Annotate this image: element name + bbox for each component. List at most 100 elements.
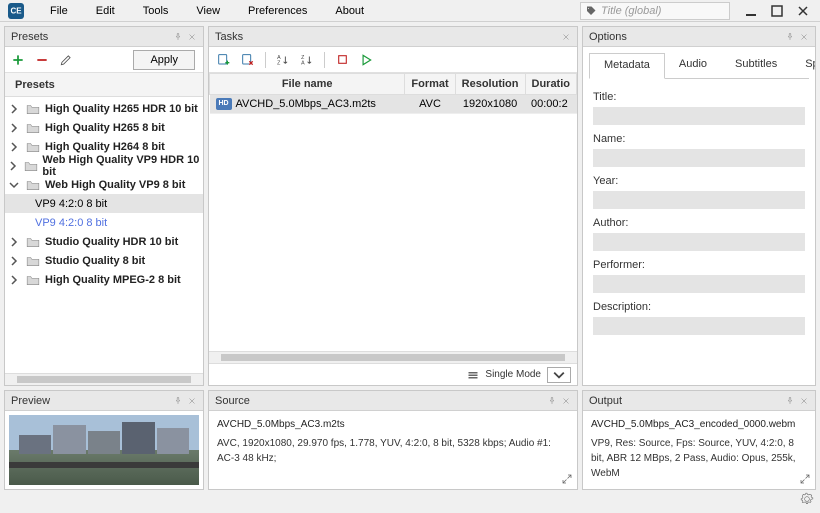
preset-item[interactable]: High Quality H265 HDR 10 bit: [5, 99, 203, 118]
svg-text:A: A: [277, 54, 281, 60]
preset-item[interactable]: Studio Quality 8 bit: [5, 251, 203, 270]
edit-preset-button[interactable]: [57, 51, 75, 69]
task-col-header[interactable]: File name: [210, 74, 405, 95]
preset-label: High Quality MPEG-2 8 bit: [45, 274, 181, 286]
source-filename: AVCHD_5.0Mbps_AC3.m2ts: [217, 417, 569, 432]
chevron-right-icon[interactable]: [7, 123, 21, 133]
chevron-right-icon[interactable]: [7, 256, 21, 266]
output-header: Output: [583, 391, 815, 411]
pin-icon[interactable]: [547, 396, 557, 406]
options-header: Options: [583, 27, 815, 47]
preset-label: Web High Quality VP9 HDR 10 bit: [42, 154, 201, 178]
folder-icon: [25, 235, 41, 249]
preset-child-item[interactable]: VP9 4:2:0 8 bit: [5, 213, 203, 232]
name-field[interactable]: [593, 149, 805, 167]
field-label: Name:: [593, 133, 805, 145]
add-task-button[interactable]: [213, 49, 235, 71]
preset-label: High Quality H264 8 bit: [45, 141, 165, 153]
horizontal-scrollbar[interactable]: [209, 351, 577, 363]
sort-desc-button[interactable]: ZA: [296, 49, 318, 71]
task-format: AVC: [405, 95, 455, 114]
task-col-header[interactable]: Resolution: [455, 74, 525, 95]
mode-icon: [467, 369, 479, 381]
menu-about[interactable]: About: [321, 5, 378, 17]
preset-item[interactable]: High Quality MPEG-2 8 bit: [5, 270, 203, 289]
mode-dropdown[interactable]: [547, 367, 571, 383]
menu-tools[interactable]: Tools: [129, 5, 183, 17]
chevron-right-icon[interactable]: [7, 161, 20, 171]
task-row[interactable]: HD AVCHD_5.0Mbps_AC3.m2ts AVC1920x108000:0…: [210, 95, 577, 114]
close-panel-icon[interactable]: [187, 396, 197, 406]
task-duration: 00:00:2: [525, 95, 577, 114]
pin-icon[interactable]: [173, 32, 183, 42]
maximize-button[interactable]: [764, 1, 790, 21]
chevron-right-icon[interactable]: [7, 275, 21, 285]
task-col-header[interactable]: Format: [405, 74, 455, 95]
horizontal-scrollbar[interactable]: [5, 373, 203, 385]
chevron-right-icon[interactable]: [7, 237, 21, 247]
field-label: Title:: [593, 91, 805, 103]
close-panel-icon[interactable]: [561, 32, 571, 42]
tab-split[interactable]: Split: [791, 53, 816, 78]
description-field[interactable]: [593, 317, 805, 335]
preset-label: High Quality H265 HDR 10 bit: [45, 103, 198, 115]
menu-edit[interactable]: Edit: [82, 5, 129, 17]
preview-image[interactable]: [9, 415, 199, 485]
stop-button[interactable]: [331, 49, 353, 71]
close-panel-icon[interactable]: [561, 396, 571, 406]
apply-button[interactable]: Apply: [133, 50, 195, 70]
task-filename: AVCHD_5.0Mbps_AC3.m2ts: [236, 98, 376, 110]
tab-audio[interactable]: Audio: [665, 53, 721, 78]
menu-preferences[interactable]: Preferences: [234, 5, 321, 17]
sort-asc-button[interactable]: AZ: [272, 49, 294, 71]
year-field[interactable]: [593, 191, 805, 209]
preview-header: Preview: [5, 391, 203, 411]
settings-button[interactable]: [800, 492, 814, 509]
preset-tree[interactable]: High Quality H265 HDR 10 bit High Quality…: [5, 97, 203, 373]
author-field[interactable]: [593, 233, 805, 251]
preset-item[interactable]: High Quality H265 8 bit: [5, 118, 203, 137]
preset-item[interactable]: Web High Quality VP9 HDR 10 bit: [5, 156, 203, 175]
minimize-button[interactable]: [738, 1, 764, 21]
folder-icon: [25, 102, 41, 116]
tab-subtitles[interactable]: Subtitles: [721, 53, 791, 78]
add-preset-button[interactable]: [9, 51, 27, 69]
source-panel: Source AVCHD_5.0Mbps_AC3.m2ts AVC, 1920x…: [208, 390, 578, 490]
task-resolution: 1920x1080: [455, 95, 525, 114]
chevron-right-icon[interactable]: [7, 142, 21, 152]
preset-label: Web High Quality VP9 8 bit: [45, 179, 185, 191]
close-panel-icon[interactable]: [187, 32, 197, 42]
tab-metadata[interactable]: Metadata: [589, 53, 665, 79]
menu-view[interactable]: View: [182, 5, 234, 17]
pin-icon[interactable]: [785, 396, 795, 406]
play-button[interactable]: [355, 49, 377, 71]
close-panel-icon[interactable]: [799, 396, 809, 406]
expand-icon[interactable]: [561, 473, 573, 485]
task-table[interactable]: File nameFormatResolutionDuratio HD AVCHD…: [209, 73, 577, 351]
performer-field[interactable]: [593, 275, 805, 293]
title-field[interactable]: [593, 107, 805, 125]
remove-preset-button[interactable]: [33, 51, 51, 69]
expand-icon[interactable]: [799, 473, 811, 485]
field-label: Author:: [593, 217, 805, 229]
preset-item[interactable]: Web High Quality VP9 8 bit: [5, 175, 203, 194]
close-button[interactable]: [790, 1, 816, 21]
remove-task-button[interactable]: [237, 49, 259, 71]
preset-toolbar: Apply: [5, 47, 203, 73]
tag-icon: [585, 5, 597, 17]
preset-item[interactable]: Studio Quality HDR 10 bit: [5, 232, 203, 251]
preset-child-item[interactable]: VP9 4:2:0 8 bit: [5, 194, 203, 213]
field-label: Description:: [593, 301, 805, 313]
chevron-right-icon[interactable]: [7, 104, 21, 114]
pin-icon[interactable]: [173, 396, 183, 406]
menu-file[interactable]: File: [36, 5, 82, 17]
close-panel-icon[interactable]: [799, 32, 809, 42]
menubar: FileEditToolsViewPreferencesAbout Title …: [0, 0, 820, 22]
task-col-header[interactable]: Duratio: [525, 74, 577, 95]
hd-badge-icon: HD: [216, 98, 232, 110]
output-panel: Output AVCHD_5.0Mbps_AC3_encoded_0000.we…: [582, 390, 816, 490]
presets-panel: Presets Apply Presets High Quality H265 …: [4, 26, 204, 386]
title-search-input[interactable]: Title (global): [580, 2, 730, 20]
pin-icon[interactable]: [785, 32, 795, 42]
chevron-down-icon[interactable]: [7, 180, 21, 190]
